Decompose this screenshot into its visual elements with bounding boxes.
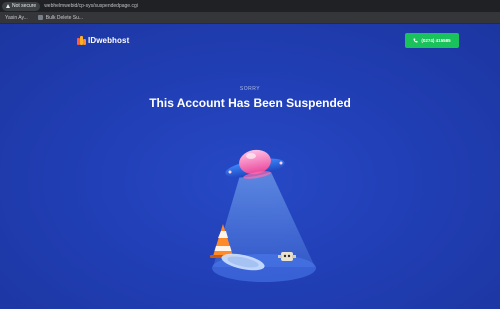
bookmark-item[interactable]: Yasin Ay... (2, 13, 31, 23)
logo-text: IDwebhost (88, 36, 130, 45)
bookmark-favicon-icon (37, 15, 43, 20)
page-title: This Account Has Been Suspended (149, 96, 351, 110)
phone-label: (0274) 415585 (421, 38, 451, 43)
ufo-illustration (210, 149, 316, 282)
logo-mark-icon (77, 36, 86, 45)
bookmark-label: Bulk Delete Su... (45, 14, 84, 21)
phone-button[interactable]: (0274) 415585 (405, 33, 459, 48)
security-label: Not secure (12, 3, 37, 9)
suspended-page: IDwebhost (0274) 415585 SORRY This Accou… (0, 24, 500, 309)
phone-icon (413, 38, 418, 43)
bookmark-item[interactable]: Bulk Delete Su... (35, 13, 86, 23)
bookmark-label: Yasin Ay... (5, 14, 28, 21)
security-chip[interactable]: Not secure (2, 1, 41, 11)
logo[interactable]: IDwebhost (77, 36, 129, 45)
address-bar-url[interactable]: webhelmwebid/cp-sys/suspendedpage.cgi (44, 3, 138, 9)
bookmarks-bar: Yasin Ay... Bulk Delete Su... (0, 12, 500, 24)
browser-toolbar: Not secure webhelmwebid/cp-sys/suspended… (0, 0, 500, 12)
sorry-eyebrow: SORRY (239, 86, 261, 92)
warning-triangle-icon (6, 4, 10, 8)
